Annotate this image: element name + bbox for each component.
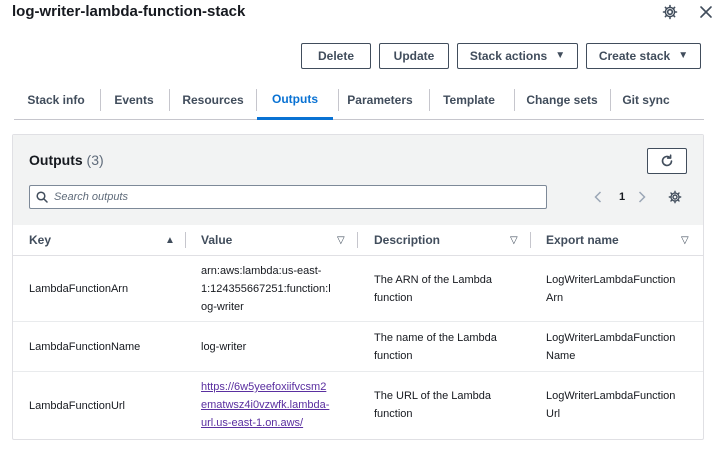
chevron-right-icon-svg — [638, 191, 646, 203]
search-outputs-field[interactable] — [29, 185, 547, 209]
outputs-title: Outputs (3) — [29, 152, 104, 168]
column-header-key[interactable]: Key — [29, 225, 51, 255]
column-header-value[interactable]: Value — [201, 225, 232, 255]
description-line: The name of the Lambda — [374, 332, 497, 344]
tab-divider — [169, 89, 170, 111]
output-description: The name of the Lambda function — [374, 329, 497, 365]
value-line: log-writer — [201, 341, 247, 353]
gear-icon — [668, 190, 682, 204]
output-key: LambdaFunctionName — [29, 341, 141, 353]
table-row: LambdaFunctionUrl https://6w5yeefoxiifvc… — [13, 372, 703, 440]
description-line: The URL of the Lambda — [374, 390, 491, 402]
column-divider — [185, 232, 186, 248]
search-icon — [36, 191, 48, 203]
outputs-panel-header — [13, 135, 703, 225]
tab-git-sync[interactable]: Git sync — [614, 80, 678, 120]
outputs-count: (3) — [86, 152, 104, 168]
export-line: LogWriterLambdaFunction — [546, 332, 676, 344]
chevron-left-icon[interactable] — [591, 188, 605, 206]
outputs-panel: Outputs (3) 1 Key ▲ Value ▽ — [12, 134, 704, 440]
update-button-label: Update — [393, 49, 435, 63]
refresh-icon — [661, 154, 673, 167]
stack-actions-button[interactable]: Stack actions ▼ — [457, 43, 578, 69]
export-line: Name — [546, 350, 576, 362]
column-divider — [357, 232, 358, 248]
create-stack-label: Create stack — [598, 49, 671, 63]
page-number[interactable]: 1 — [615, 188, 629, 206]
caret-down-icon: ▼ — [555, 50, 566, 61]
stack-tabs: Stack info Events Resources Outputs Para… — [14, 80, 704, 120]
refresh-button[interactable] — [647, 148, 687, 174]
export-line: Arn — [546, 292, 564, 304]
url-link-line[interactable]: ematwsz4i0vzwfk.lambda- — [201, 399, 329, 411]
tab-outputs[interactable]: Outputs — [257, 80, 333, 120]
output-value: log-writer — [201, 338, 246, 356]
tab-stack-info[interactable]: Stack info — [18, 80, 94, 120]
column-header-export-name[interactable]: Export name — [546, 225, 619, 255]
stack-actions-label: Stack actions — [469, 49, 548, 63]
chevron-left-icon-svg — [594, 191, 602, 203]
caret-up-icon[interactable]: ▲ — [165, 225, 175, 255]
description-line: function — [374, 408, 413, 420]
preferences-gear-icon[interactable] — [667, 188, 683, 206]
update-button[interactable]: Update — [379, 43, 449, 69]
tab-divider — [610, 89, 611, 111]
table-row: LambdaFunctionName log-writer The name o… — [13, 322, 703, 372]
outputs-title-text: Outputs — [29, 152, 83, 168]
value-line: 1:124355667251:function:l — [201, 283, 331, 295]
column-divider — [530, 232, 531, 248]
output-key: LambdaFunctionArn — [29, 283, 129, 295]
value-line: og-writer — [201, 301, 244, 313]
tab-divider — [338, 89, 339, 111]
description-line: function — [374, 292, 413, 304]
caret-down-icon[interactable]: ▽ — [681, 225, 689, 255]
table-row: LambdaFunctionArn arn:aws:lambda:us-east… — [13, 256, 703, 322]
url-link-line[interactable]: url.us-east-1.on.aws/ — [201, 417, 303, 429]
close-icon[interactable] — [696, 2, 716, 22]
create-stack-button[interactable]: Create stack ▼ — [586, 43, 701, 69]
caret-down-icon[interactable]: ▽ — [510, 225, 518, 255]
export-line: LogWriterLambdaFunction — [546, 274, 676, 286]
delete-button[interactable]: Delete — [301, 43, 371, 69]
output-export-name: LogWriterLambdaFunction Arn — [546, 271, 675, 307]
output-export-name: LogWriterLambdaFunction Name — [546, 329, 675, 365]
output-export-name: LogWriterLambdaFunction Url — [546, 387, 675, 423]
url-link-line[interactable]: https://6w5yeefoxiifvcsm2 — [201, 381, 326, 393]
gear-icon-svg — [662, 4, 678, 20]
output-key: LambdaFunctionUrl — [29, 400, 125, 412]
export-line: LogWriterLambdaFunction — [546, 390, 676, 402]
tab-template[interactable]: Template — [434, 80, 504, 120]
gear-icon[interactable] — [660, 2, 680, 22]
caret-down-icon[interactable]: ▽ — [337, 225, 345, 255]
column-header-description[interactable]: Description — [374, 225, 440, 255]
description-line: function — [374, 350, 413, 362]
tab-divider — [429, 89, 430, 111]
close-icon-svg — [700, 6, 712, 18]
output-description: The ARN of the Lambda function — [374, 271, 492, 307]
delete-button-label: Delete — [317, 49, 355, 63]
output-value-link[interactable]: https://6w5yeefoxiifvcsm2 ematwsz4i0vzwf… — [201, 378, 329, 432]
output-value: arn:aws:lambda:us-east- 1:124355667251:f… — [201, 262, 331, 316]
page-title: log-writer-lambda-function-stack — [12, 3, 246, 20]
description-line: The ARN of the Lambda — [374, 274, 493, 286]
tab-divider — [100, 89, 101, 111]
tab-divider — [514, 89, 515, 111]
value-line: arn:aws:lambda:us-east- — [201, 265, 322, 277]
chevron-right-icon[interactable] — [635, 188, 649, 206]
export-line: Url — [546, 408, 561, 420]
tab-change-sets[interactable]: Change sets — [519, 80, 605, 120]
tab-events[interactable]: Events — [106, 80, 162, 120]
search-input[interactable] — [54, 191, 534, 203]
caret-down-icon: ▼ — [678, 50, 689, 61]
output-description: The URL of the Lambda function — [374, 387, 491, 423]
tab-resources[interactable]: Resources — [174, 80, 252, 120]
tab-parameters[interactable]: Parameters — [342, 80, 418, 120]
